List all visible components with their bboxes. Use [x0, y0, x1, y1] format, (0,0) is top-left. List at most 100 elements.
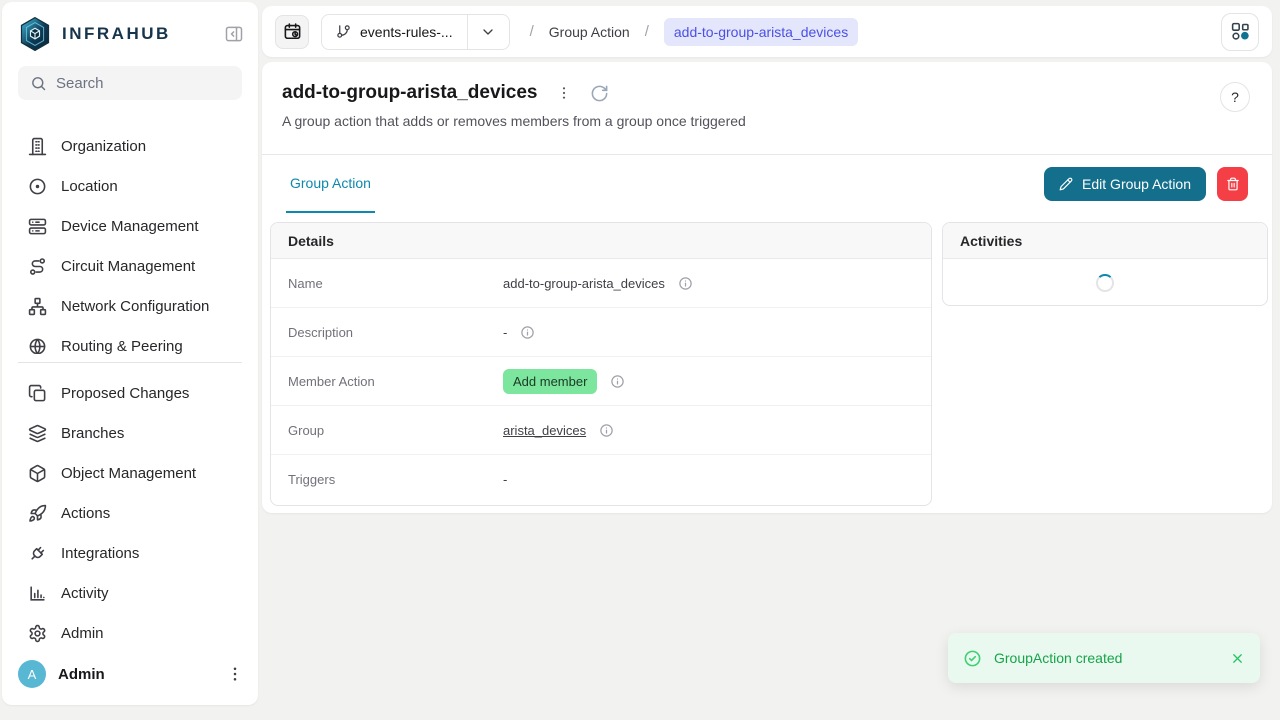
toast-message: GroupAction created [994, 650, 1218, 666]
detail-row-name: Name add-to-group-arista_devices [271, 259, 931, 308]
sidebar-item-label: Proposed Changes [61, 385, 189, 402]
group-link[interactable]: arista_devices [503, 423, 586, 438]
infrahub-logo-icon [18, 16, 52, 52]
sidebar-item-label: Actions [61, 505, 110, 522]
sidebar-item-circuit-management[interactable]: Circuit Management [2, 246, 258, 286]
network-icon [28, 297, 47, 316]
breadcrumb: / Group Action / add-to-group-arista_dev… [530, 18, 859, 46]
sidebar-item-label: Branches [61, 425, 124, 442]
sidebar-nav-objects: Organization Location Device Management … [2, 126, 258, 354]
sidebar-item-proposed-changes[interactable]: Proposed Changes [2, 373, 258, 413]
edit-group-action-button[interactable]: Edit Group Action [1044, 167, 1206, 201]
building-icon [28, 137, 47, 156]
detail-value-description: - [503, 325, 507, 340]
detail-label: Description [288, 325, 503, 340]
sidebar-item-label: Circuit Management [61, 258, 195, 275]
sidebar-item-organization[interactable]: Organization [2, 126, 258, 166]
check-circle-icon [963, 649, 982, 668]
breadcrumb-parent[interactable]: Group Action [549, 24, 630, 40]
sidebar-item-branches[interactable]: Branches [2, 413, 258, 453]
sidebar-item-label: Location [61, 178, 118, 195]
location-icon [28, 177, 47, 196]
sidebar-item-location[interactable]: Location [2, 166, 258, 206]
server-icon [28, 217, 47, 236]
schema-graph-icon [1230, 21, 1251, 42]
search-icon [30, 75, 47, 92]
delete-button[interactable] [1217, 167, 1248, 201]
toast-notification: GroupAction created [948, 633, 1260, 683]
detail-row-member-action: Member Action Add member [271, 357, 931, 406]
object-kebab-icon[interactable] [556, 85, 572, 101]
activities-panel: Activities [942, 222, 1268, 306]
sidebar-item-label: Organization [61, 138, 146, 155]
breadcrumb-separator: / [645, 23, 649, 40]
refresh-icon[interactable] [590, 84, 609, 103]
sidebar-item-label: Device Management [61, 218, 199, 235]
sidebar-item-object-management[interactable]: Object Management [2, 453, 258, 493]
sidebar-item-label: Admin [61, 625, 104, 642]
avatar: A [18, 660, 46, 688]
sidebar-item-actions[interactable]: Actions [2, 493, 258, 533]
trash-icon [1226, 177, 1240, 191]
member-action-badge: Add member [503, 369, 597, 394]
detail-row-group: Group arista_devices [271, 406, 931, 455]
info-icon[interactable] [520, 325, 535, 340]
globe-icon [28, 337, 47, 355]
collapse-sidebar-icon[interactable] [224, 24, 244, 44]
sidebar-item-network-configuration[interactable]: Network Configuration [2, 286, 258, 326]
sidebar-item-device-management[interactable]: Device Management [2, 206, 258, 246]
sidebar-item-label: Integrations [61, 545, 139, 562]
close-icon[interactable] [1230, 651, 1245, 666]
route-icon [28, 257, 47, 276]
object-header: add-to-group-arista_devices A group acti… [262, 62, 1272, 155]
tab-group-action[interactable]: Group Action [286, 155, 375, 213]
chevron-down-icon[interactable] [467, 15, 509, 49]
git-branch-icon [336, 24, 351, 39]
info-icon[interactable] [599, 423, 614, 438]
user-name: Admin [58, 666, 214, 683]
details-panel-title: Details [271, 223, 931, 259]
brand-row: INFRAHUB [18, 14, 244, 54]
brand-name: INFRAHUB [62, 24, 224, 44]
details-panel: Details Name add-to-group-arista_devices… [270, 222, 932, 506]
sidebar-item-admin[interactable]: Admin [2, 613, 258, 653]
sidebar-divider [18, 362, 242, 363]
rocket-icon [28, 504, 47, 523]
tab-bar: Group Action Edit Group Action [262, 155, 1272, 213]
sidebar-item-activity[interactable]: Activity [2, 573, 258, 613]
schema-visualizer-button[interactable] [1221, 13, 1259, 51]
page-title: add-to-group-arista_devices [282, 82, 538, 104]
user-kebab-icon[interactable] [226, 665, 244, 683]
date-picker-button[interactable] [275, 15, 309, 49]
breadcrumb-current[interactable]: add-to-group-arista_devices [664, 18, 858, 46]
activities-panel-title: Activities [943, 223, 1267, 259]
info-icon[interactable] [610, 374, 625, 389]
diff-icon [28, 384, 47, 403]
help-button[interactable]: ? [1220, 82, 1250, 112]
search-input[interactable] [56, 75, 255, 92]
layers-icon [28, 424, 47, 443]
user-menu[interactable]: A Admin [18, 652, 244, 696]
sidebar-nav-app: Proposed Changes Branches Object Managem… [2, 373, 258, 653]
topbar: events-rules-... / Group Action / add-to… [262, 6, 1272, 57]
sidebar-item-label: Object Management [61, 465, 196, 482]
detail-row-triggers: Triggers - [271, 455, 931, 504]
page-subtitle: A group action that adds or removes memb… [282, 113, 1252, 129]
sidebar-item-label: Routing & Peering [61, 338, 183, 355]
detail-label: Group [288, 423, 503, 438]
detail-label: Name [288, 276, 503, 291]
branch-selector[interactable]: events-rules-... [321, 14, 510, 50]
sidebar: INFRAHUB ^K Organization Location [2, 2, 258, 705]
gear-icon [28, 624, 47, 643]
sidebar-item-routing-peering[interactable]: Routing & Peering [2, 326, 258, 354]
detail-value-triggers: - [503, 472, 507, 487]
detail-label: Triggers [288, 472, 503, 487]
breadcrumb-separator: / [530, 23, 534, 40]
search-bar[interactable]: ^K [18, 66, 242, 100]
sidebar-item-label: Network Configuration [61, 298, 209, 315]
bar-chart-icon [28, 584, 47, 603]
info-icon[interactable] [678, 276, 693, 291]
sidebar-item-integrations[interactable]: Integrations [2, 533, 258, 573]
loading-spinner [1096, 274, 1114, 292]
sidebar-item-label: Activity [61, 585, 109, 602]
